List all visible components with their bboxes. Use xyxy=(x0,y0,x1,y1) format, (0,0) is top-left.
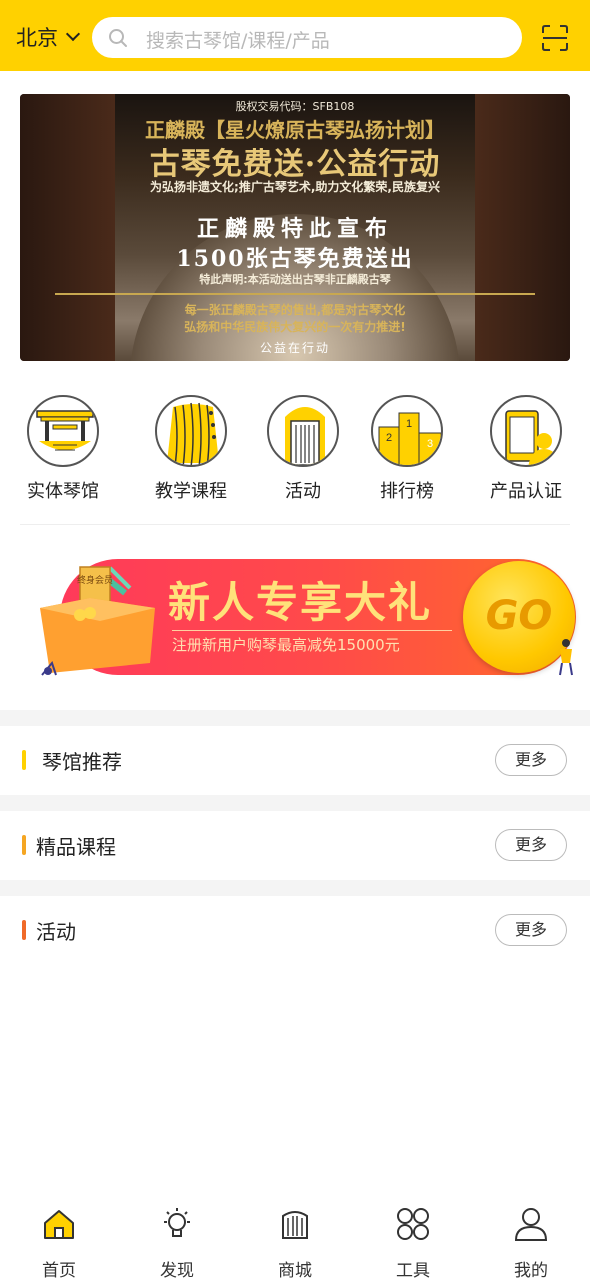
category-label: 排行榜 xyxy=(380,481,434,502)
banner-line-7: 每一张正麟殿古琴的售出,都是对古琴文化 xyxy=(184,303,406,317)
more-button[interactable]: 更多 xyxy=(495,744,567,776)
section-title: 活动 xyxy=(36,920,76,944)
go-label: GO xyxy=(485,593,553,639)
category-ranking[interactable]: 2 1 3 排行榜 xyxy=(352,395,462,503)
search-bar[interactable]: 搜索古琴馆/课程/产品 xyxy=(92,17,522,58)
tab-tools[interactable]: 工具 xyxy=(354,1206,472,1280)
promo-divider xyxy=(172,630,452,631)
section-title: 精品课程 xyxy=(36,835,116,859)
tab-label: 首页 xyxy=(42,1261,76,1280)
svg-text:1: 1 xyxy=(406,418,412,430)
banner-line-6: 特此声明:本活动送出古琴非正麟殿古琴 xyxy=(199,273,391,286)
event-icon xyxy=(267,395,339,467)
category-events[interactable]: 活动 xyxy=(248,395,358,503)
category-courses[interactable]: 教学课程 xyxy=(136,395,246,503)
search-placeholder: 搜索古琴馆/课程/产品 xyxy=(146,30,330,52)
scan-icon[interactable] xyxy=(541,24,569,52)
section-events: 活动 更多 xyxy=(0,896,590,965)
section-accent-bar xyxy=(22,835,26,855)
banner-line-2: 古琴免费送·公益行动 xyxy=(149,147,441,182)
tab-discover[interactable]: 发现 xyxy=(118,1206,236,1280)
city-selector[interactable]: 北京 xyxy=(16,22,81,52)
tab-label: 我的 xyxy=(514,1261,548,1280)
section-gap xyxy=(0,710,590,726)
user-icon xyxy=(514,1208,548,1241)
divider xyxy=(20,524,570,525)
category-label: 活动 xyxy=(285,481,321,502)
banner-line-8: 弘扬和中华民族伟大复兴的一次有力推进! xyxy=(184,320,406,334)
tab-label: 商城 xyxy=(278,1261,312,1280)
more-button[interactable]: 更多 xyxy=(495,829,567,861)
pavilion-icon xyxy=(27,395,99,467)
tab-shop[interactable]: 商城 xyxy=(236,1206,354,1280)
podium-icon: 2 1 3 xyxy=(371,395,443,467)
banner-line-4: 正麟殿特此宣布 xyxy=(196,216,393,242)
section-accent-bar xyxy=(22,920,26,940)
home-icon xyxy=(44,1210,74,1239)
top-header: 北京 搜索古琴馆/课程/产品 xyxy=(0,0,590,71)
banner-line-9: 公益在行动 xyxy=(259,341,330,355)
certificate-icon xyxy=(490,395,562,467)
city-label: 北京 xyxy=(16,26,58,50)
category-certification[interactable]: 产品认证 xyxy=(471,395,581,503)
category-label: 实体琴馆 xyxy=(27,481,99,502)
more-button[interactable]: 更多 xyxy=(495,914,567,946)
promo-title: 新人专享大礼 xyxy=(168,578,433,627)
section-gap xyxy=(0,880,590,896)
guqin-strings-icon xyxy=(155,395,227,467)
section-accent-bar xyxy=(22,750,26,770)
category-label: 教学课程 xyxy=(155,481,227,502)
tab-home[interactable]: 首页 xyxy=(0,1206,118,1280)
category-physical-hall[interactable]: 实体琴馆 xyxy=(8,395,118,503)
shop-icon xyxy=(282,1211,308,1239)
promo-subtitle: 注册新用户购琴最高减免15000元 xyxy=(172,636,400,654)
search-icon xyxy=(109,29,127,47)
svg-text:2: 2 xyxy=(386,432,392,444)
gift-box-icon: 终身会员 xyxy=(40,566,155,676)
section-featured-courses: 精品课程 更多 xyxy=(0,811,590,880)
box-label: 终身会员 xyxy=(77,574,113,586)
banner-divider xyxy=(55,293,535,295)
category-label: 产品认证 xyxy=(490,481,562,502)
hero-banner[interactable]: 股权交易代码：SFB108 正麟殿【星火燎原古琴弘扬计划】 古琴免费送·公益行动… xyxy=(20,94,570,361)
tab-label: 发现 xyxy=(160,1261,194,1280)
tools-icon xyxy=(397,1208,429,1240)
new-user-promo-banner[interactable]: 终身会员 新人专享大礼 注册新用户购琴最高减免15000元 GO xyxy=(30,555,580,680)
section-gap xyxy=(0,795,590,811)
section-hall-recommend: 琴馆推荐 更多 xyxy=(0,726,590,795)
figure-icon xyxy=(559,639,573,676)
svg-text:3: 3 xyxy=(427,438,433,450)
banner-line-3: 为弘扬非遗文化;推广古琴艺术,助力文化繁荣,民族复兴 xyxy=(150,180,440,194)
chevron-down-icon xyxy=(65,26,81,42)
tab-mine[interactable]: 我的 xyxy=(472,1206,590,1280)
tab-label: 工具 xyxy=(396,1261,430,1280)
bottom-tab-bar: 首页 发现 商城 工具 我的 xyxy=(0,1196,590,1280)
lightbulb-icon xyxy=(164,1208,190,1237)
banner-line-5: 1500张古琴免费送出 xyxy=(176,246,414,272)
section-title: 琴馆推荐 xyxy=(42,750,122,774)
banner-stock-code: 股权交易代码：SFB108 xyxy=(235,100,355,113)
